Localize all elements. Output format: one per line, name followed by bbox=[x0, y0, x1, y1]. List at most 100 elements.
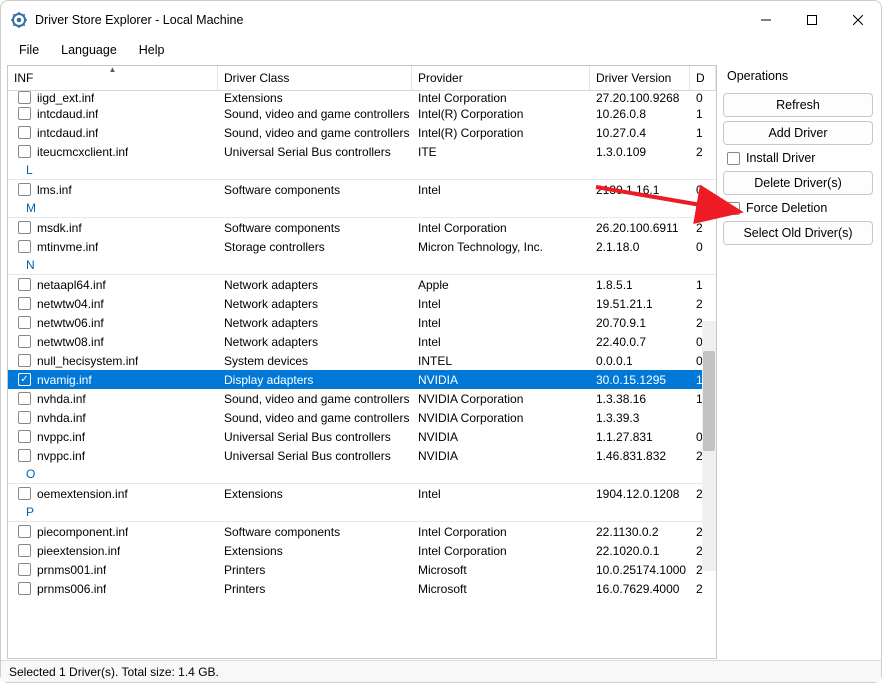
inf-name: pieextension.inf bbox=[37, 544, 120, 558]
table-row[interactable]: prnms001.infPrintersMicrosoft10.0.25174.… bbox=[8, 560, 716, 579]
row-checkbox[interactable]: ✓ bbox=[18, 373, 31, 386]
row-checkbox[interactable] bbox=[18, 297, 31, 310]
row-checkbox[interactable] bbox=[18, 430, 31, 443]
table-row[interactable]: lms.infSoftware componentsIntel2130.1.16… bbox=[8, 180, 716, 199]
inf-name: nvhda.inf bbox=[37, 392, 86, 406]
table-row[interactable]: oemextension.infExtensionsIntel1904.12.0… bbox=[8, 484, 716, 503]
select-old-drivers-button[interactable]: Select Old Driver(s) bbox=[723, 221, 873, 245]
menu-help[interactable]: Help bbox=[129, 41, 175, 59]
driver-version: 10.26.0.8 bbox=[590, 107, 690, 121]
row-checkbox[interactable] bbox=[18, 91, 31, 104]
table-row[interactable]: netwtw04.infNetwork adaptersIntel19.51.2… bbox=[8, 294, 716, 313]
row-checkbox[interactable] bbox=[18, 145, 31, 158]
row-checkbox[interactable] bbox=[18, 392, 31, 405]
table-row[interactable]: mtinvme.infStorage controllersMicron Tec… bbox=[8, 237, 716, 256]
provider: Intel bbox=[412, 487, 590, 501]
row-checkbox[interactable] bbox=[18, 449, 31, 462]
refresh-button[interactable]: Refresh bbox=[723, 93, 873, 117]
row-checkbox[interactable] bbox=[18, 240, 31, 253]
driver-class: Universal Serial Bus controllers bbox=[218, 449, 412, 463]
group-header[interactable]: M bbox=[8, 199, 716, 218]
table-row[interactable]: nvppc.inf Universal Serial Bus controller… bbox=[8, 446, 716, 465]
scrollbar-thumb[interactable] bbox=[703, 351, 715, 451]
menu-language[interactable]: Language bbox=[51, 41, 127, 59]
inf-name: intcdaud.inf bbox=[37, 126, 98, 140]
driver-class: Sound, video and game controllers bbox=[218, 392, 412, 406]
row-checkbox[interactable] bbox=[18, 107, 31, 120]
table-row[interactable]: iteucmcxclient.infUniversal Serial Bus c… bbox=[8, 142, 716, 161]
table-row[interactable]: nvhda.inf Sound, video and game controlle… bbox=[8, 389, 716, 408]
driver-version: 1.8.5.1 bbox=[590, 278, 690, 292]
inf-name: netaapl64.inf bbox=[37, 278, 106, 292]
driver-version: 22.40.0.7 bbox=[590, 335, 690, 349]
inf-name: nvppc.inf bbox=[37, 449, 85, 463]
table-row[interactable]: intcdaud.infSound, video and game contro… bbox=[8, 123, 716, 142]
row-checkbox[interactable] bbox=[18, 126, 31, 139]
install-driver-check[interactable]: Install Driver bbox=[723, 149, 873, 167]
row-checkbox[interactable] bbox=[18, 221, 31, 234]
delete-drivers-button[interactable]: Delete Driver(s) bbox=[723, 171, 873, 195]
table-row[interactable]: msdk.infSoftware componentsIntel Corpora… bbox=[8, 218, 716, 237]
row-checkbox[interactable] bbox=[18, 525, 31, 538]
table-row[interactable]: piecomponent.infSoftware componentsIntel… bbox=[8, 522, 716, 541]
close-button[interactable] bbox=[835, 1, 881, 39]
table-row[interactable]: netwtw06.infNetwork adaptersIntel20.70.9… bbox=[8, 313, 716, 332]
row-checkbox[interactable] bbox=[18, 335, 31, 348]
provider: NVIDIA bbox=[412, 373, 590, 387]
driver-class: Universal Serial Bus controllers bbox=[218, 430, 412, 444]
driver-class: Software components bbox=[218, 221, 412, 235]
titlebar: Driver Store Explorer - Local Machine bbox=[1, 1, 881, 39]
table-row[interactable]: netaapl64.infNetwork adaptersApple1.8.5.… bbox=[8, 275, 716, 294]
column-inf[interactable]: INF▲ bbox=[8, 66, 218, 90]
provider: ITE bbox=[412, 145, 590, 159]
group-header[interactable]: N bbox=[8, 256, 716, 275]
table-row[interactable]: nvppc.infUniversal Serial Bus controller… bbox=[8, 427, 716, 446]
grid-header: INF▲ Driver Class Provider Driver Versio… bbox=[8, 66, 716, 91]
driver-version: 10.27.0.4 bbox=[590, 126, 690, 140]
driver-version: 1.46.831.832 bbox=[590, 449, 690, 463]
provider: NVIDIA Corporation bbox=[412, 392, 590, 406]
statusbar: Selected 1 Driver(s). Total size: 1.4 GB… bbox=[1, 660, 881, 682]
row-checkbox[interactable] bbox=[18, 582, 31, 595]
d-col: 1 bbox=[690, 107, 716, 121]
inf-name: netwtw04.inf bbox=[37, 297, 104, 311]
maximize-button[interactable] bbox=[789, 1, 835, 39]
driver-class: Storage controllers bbox=[218, 240, 412, 254]
driver-version: 27.20.100.9268 bbox=[590, 91, 690, 105]
table-row[interactable]: ✓nvamig.infDisplay adaptersNVIDIA30.0.15… bbox=[8, 370, 716, 389]
column-version[interactable]: Driver Version bbox=[590, 66, 690, 90]
group-header[interactable]: L bbox=[8, 161, 716, 180]
table-row[interactable]: prnms006.infPrintersMicrosoft16.0.7629.4… bbox=[8, 579, 716, 598]
add-driver-button[interactable]: Add Driver bbox=[723, 121, 873, 145]
driver-version: 30.0.15.1295 bbox=[590, 373, 690, 387]
menu-file[interactable]: File bbox=[9, 41, 49, 59]
table-row[interactable]: nvhda.infSound, video and game controlle… bbox=[8, 408, 716, 427]
row-checkbox[interactable] bbox=[18, 487, 31, 500]
column-class[interactable]: Driver Class bbox=[218, 66, 412, 90]
driver-version: 1.3.0.109 bbox=[590, 145, 690, 159]
table-row[interactable]: netwtw08.infNetwork adaptersIntel22.40.0… bbox=[8, 332, 716, 351]
row-checkbox[interactable] bbox=[18, 278, 31, 291]
row-checkbox[interactable] bbox=[18, 563, 31, 576]
driver-class: Extensions bbox=[218, 91, 412, 105]
driver-version: 10.0.25174.1000 bbox=[590, 563, 690, 577]
row-checkbox[interactable] bbox=[18, 316, 31, 329]
column-d[interactable]: D bbox=[690, 66, 716, 90]
table-row[interactable]: iigd_ext.infExtensionsIntel Corporation2… bbox=[8, 91, 716, 104]
row-checkbox[interactable] bbox=[18, 183, 31, 196]
table-row[interactable]: pieextension.infExtensionsIntel Corporat… bbox=[8, 541, 716, 560]
row-checkbox[interactable] bbox=[18, 544, 31, 557]
table-row[interactable]: intcdaud.infSound, video and game contro… bbox=[8, 104, 716, 123]
group-header[interactable]: P bbox=[8, 503, 716, 522]
group-header[interactable]: O bbox=[8, 465, 716, 484]
vertical-scrollbar[interactable] bbox=[702, 321, 716, 571]
provider: Intel(R) Corporation bbox=[412, 126, 590, 140]
inf-name: iigd_ext.inf bbox=[37, 91, 94, 105]
column-provider[interactable]: Provider bbox=[412, 66, 590, 90]
row-checkbox[interactable] bbox=[18, 354, 31, 367]
force-deletion-check[interactable]: Force Deletion bbox=[723, 199, 873, 217]
grid-body[interactable]: iigd_ext.infExtensionsIntel Corporation2… bbox=[8, 91, 716, 658]
table-row[interactable]: null_hecisystem.infSystem devicesINTEL0.… bbox=[8, 351, 716, 370]
minimize-button[interactable] bbox=[743, 1, 789, 39]
row-checkbox[interactable] bbox=[18, 411, 31, 424]
